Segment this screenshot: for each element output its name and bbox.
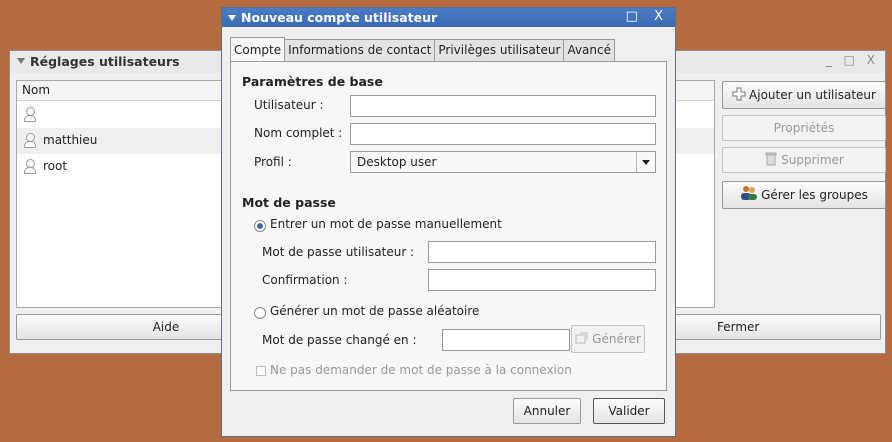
random-password-label[interactable]: Générer un mot de passe aléatoire bbox=[270, 304, 479, 318]
plus-icon bbox=[732, 87, 746, 101]
column-header-filler bbox=[670, 81, 714, 101]
user-name: root bbox=[43, 159, 68, 173]
ok-button[interactable]: Valider bbox=[593, 398, 665, 424]
tab-panel-account: Paramètres de base Utilisateur : Nom com… bbox=[230, 61, 667, 391]
tab-user-privileges[interactable]: Privilèges utilisateur bbox=[434, 39, 565, 61]
user-icon bbox=[24, 159, 36, 174]
generated-password-field[interactable] bbox=[442, 329, 570, 351]
window-menu-icon[interactable] bbox=[17, 58, 25, 64]
list-item[interactable]: root bbox=[17, 154, 222, 180]
properties-button[interactable]: Propriétés bbox=[722, 115, 886, 141]
close-button[interactable]: Fermer bbox=[670, 314, 881, 340]
list-item[interactable] bbox=[17, 102, 222, 128]
profile-label: Profil : bbox=[254, 155, 292, 169]
fullname-label: Nom complet : bbox=[254, 126, 343, 140]
user-icon bbox=[24, 133, 36, 148]
window-controls[interactable]: _ □ X bbox=[826, 53, 879, 67]
no-ask-password-checkbox[interactable] bbox=[256, 366, 266, 376]
dialog-title-bar[interactable]: Nouveau compte utilisateur □ X bbox=[222, 8, 675, 27]
confirmation-field[interactable] bbox=[428, 269, 656, 291]
manual-password-label[interactable]: Entrer un mot de passe manuellement bbox=[270, 217, 502, 231]
user-name: matthieu bbox=[43, 133, 98, 147]
generate-button[interactable]: Générer bbox=[571, 325, 645, 353]
password-changed-label: Mot de passe changé en : bbox=[262, 333, 417, 347]
user-password-field[interactable] bbox=[428, 241, 656, 263]
dialog-controls[interactable]: □ X bbox=[626, 9, 669, 24]
new-user-dialog: Nouveau compte utilisateur □ X Compte In… bbox=[221, 7, 676, 437]
no-ask-password-label[interactable]: Ne pas demander de mot de passe à la con… bbox=[270, 363, 572, 377]
generate-icon bbox=[575, 332, 588, 344]
password-heading: Mot de passe bbox=[242, 195, 336, 210]
user-icon bbox=[24, 107, 36, 122]
manage-groups-button[interactable]: Gérer les groupes bbox=[722, 181, 886, 209]
add-user-button[interactable]: Ajouter un utilisateur bbox=[722, 81, 886, 109]
confirmation-label: Confirmation : bbox=[262, 273, 348, 287]
username-label: Utilisateur : bbox=[254, 98, 324, 112]
tab-advanced[interactable]: Avancé bbox=[563, 39, 615, 61]
tab-contact-info[interactable]: Informations de contact bbox=[284, 39, 436, 61]
group-icon bbox=[741, 186, 758, 200]
profile-value: Desktop user bbox=[357, 155, 437, 169]
user-password-label: Mot de passe utilisateur : bbox=[262, 245, 415, 259]
cancel-button[interactable]: Annuler bbox=[513, 398, 581, 424]
user-list-right-part[interactable] bbox=[670, 80, 715, 308]
column-header-name[interactable]: Nom bbox=[17, 81, 222, 101]
tab-bar: Compte Informations de contact Privilège… bbox=[230, 37, 615, 61]
window-title: Réglages utilisateurs bbox=[30, 54, 180, 69]
list-row-highlight bbox=[670, 128, 714, 154]
window-menu-icon[interactable] bbox=[228, 15, 236, 21]
delete-button[interactable]: Supprimer bbox=[722, 147, 886, 173]
tab-account[interactable]: Compte bbox=[230, 37, 286, 61]
profile-select[interactable]: Desktop user bbox=[350, 151, 656, 173]
basic-settings-heading: Paramètres de base bbox=[242, 74, 383, 89]
username-field[interactable] bbox=[350, 95, 656, 117]
user-list[interactable]: Nom matthieu root bbox=[16, 80, 223, 308]
random-password-radio[interactable] bbox=[254, 307, 266, 319]
list-item[interactable]: matthieu bbox=[17, 128, 222, 154]
fullname-field[interactable] bbox=[350, 123, 656, 145]
manual-password-radio[interactable] bbox=[254, 220, 266, 232]
dialog-title: Nouveau compte utilisateur bbox=[241, 10, 438, 25]
trash-icon bbox=[765, 152, 777, 166]
chevron-down-icon[interactable] bbox=[636, 152, 655, 172]
